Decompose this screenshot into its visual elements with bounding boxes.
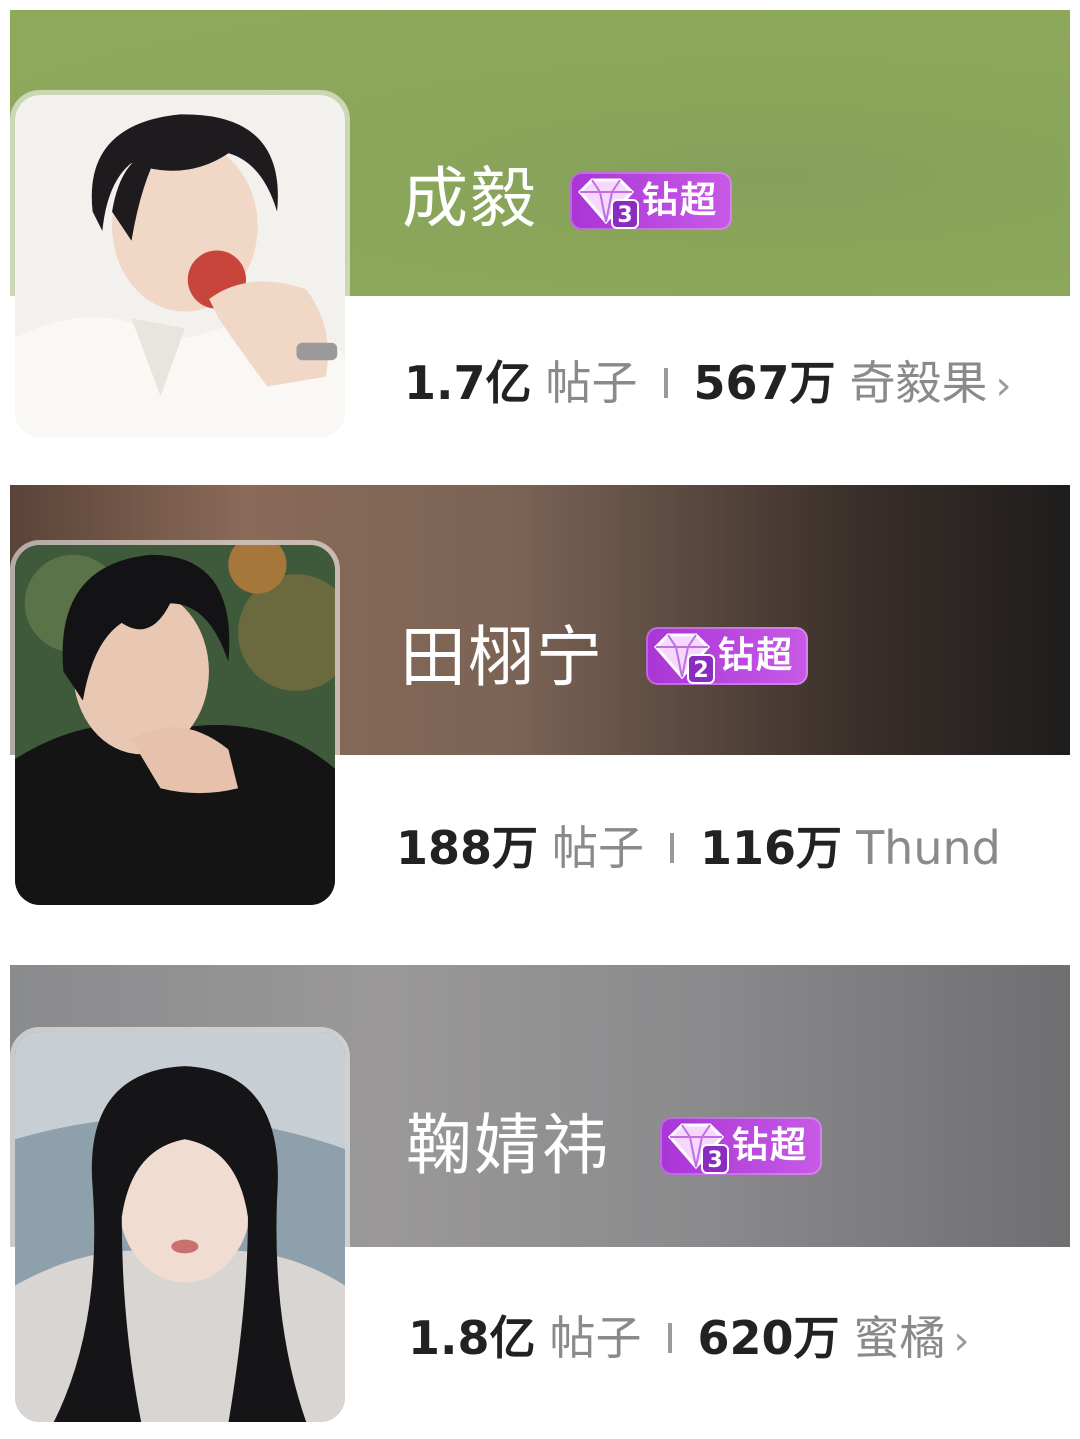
fans-count: 116万 (700, 821, 843, 875)
badge-label: 钻超 (642, 180, 719, 221)
diamond-level-icon: 2 (653, 633, 715, 684)
fans-count: 567万 (693, 356, 836, 410)
stats-divider (663, 368, 668, 398)
super-diamond-badge[interactable]: 3 钻超 (660, 1117, 823, 1175)
posts-count: 1.7亿 (404, 356, 532, 410)
super-topic-card-3[interactable]: 鞠婧祎 3 钻超 1.8亿 帖子 620万 蜜橘 › (10, 965, 1070, 1435)
diamond-level-icon: 3 (667, 1123, 729, 1174)
super-topic-card-1[interactable]: 成毅 3 钻超 1.7亿 帖子 567万 奇毅果 › (10, 10, 1070, 460)
posts-label: 帖子 (549, 1311, 642, 1365)
card-stats: 1.8亿 帖子 620万 蜜橘 › (408, 1315, 970, 1361)
card-stats: 1.7亿 帖子 567万 奇毅果 › (404, 360, 1012, 406)
avatar[interactable] (10, 90, 350, 442)
fans-name: 蜜橘 (853, 1311, 946, 1365)
posts-label: 帖子 (552, 821, 645, 875)
super-diamond-badge[interactable]: 3 钻超 (570, 172, 733, 230)
super-topic-card-2[interactable]: 田栩宁 2 钻超 188万 帖子 116万 Thund (10, 485, 1070, 920)
svg-text:3: 3 (707, 1148, 722, 1173)
chevron-right-icon[interactable]: › (996, 366, 1012, 406)
posts-count: 188万 (396, 821, 539, 875)
svg-text:2: 2 (693, 658, 708, 683)
avatar[interactable] (10, 540, 340, 910)
diamond-level-icon: 3 (577, 178, 639, 229)
star-name: 成毅 (402, 160, 538, 237)
star-name: 田栩宁 (400, 619, 604, 696)
stats-divider (670, 833, 675, 863)
badge-label: 钻超 (718, 635, 795, 676)
avatar[interactable] (10, 1027, 350, 1427)
star-name: 鞠婧祎 (406, 1107, 610, 1184)
badge-label: 钻超 (732, 1125, 809, 1166)
fans-count: 620万 (697, 1311, 840, 1365)
super-diamond-badge[interactable]: 2 钻超 (646, 627, 809, 685)
svg-text:3: 3 (617, 203, 632, 228)
fans-name: Thund (856, 821, 1001, 875)
posts-count: 1.8亿 (408, 1311, 536, 1365)
card-stats: 188万 帖子 116万 Thund (396, 825, 1001, 871)
fans-name: 奇毅果 (849, 356, 988, 410)
chevron-right-icon[interactable]: › (954, 1321, 970, 1361)
stats-divider (667, 1323, 672, 1353)
posts-label: 帖子 (545, 356, 638, 410)
